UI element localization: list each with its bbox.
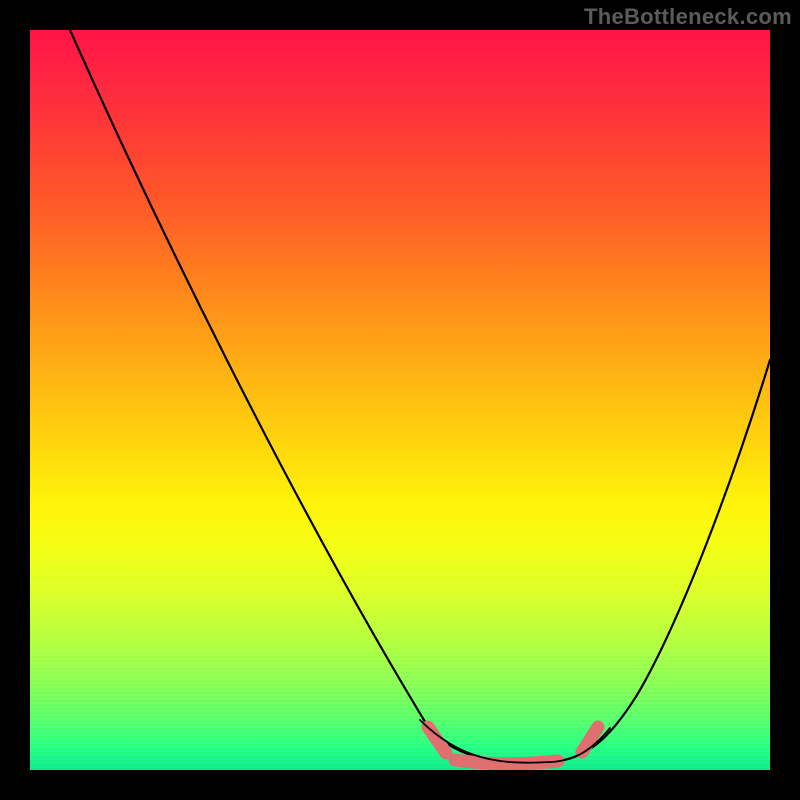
highlight-right-tick	[582, 727, 598, 752]
plot-area	[30, 30, 770, 770]
curve-layer	[30, 30, 770, 770]
highlight-left-tick	[428, 727, 446, 753]
bottleneck-curve	[70, 30, 770, 763]
bottom-banding	[30, 650, 770, 770]
watermark-text: TheBottleneck.com	[584, 4, 792, 30]
bottleneck-curve-over-highlight	[420, 720, 610, 763]
chart-frame: TheBottleneck.com	[0, 0, 800, 800]
highlight-flat	[455, 760, 558, 764]
